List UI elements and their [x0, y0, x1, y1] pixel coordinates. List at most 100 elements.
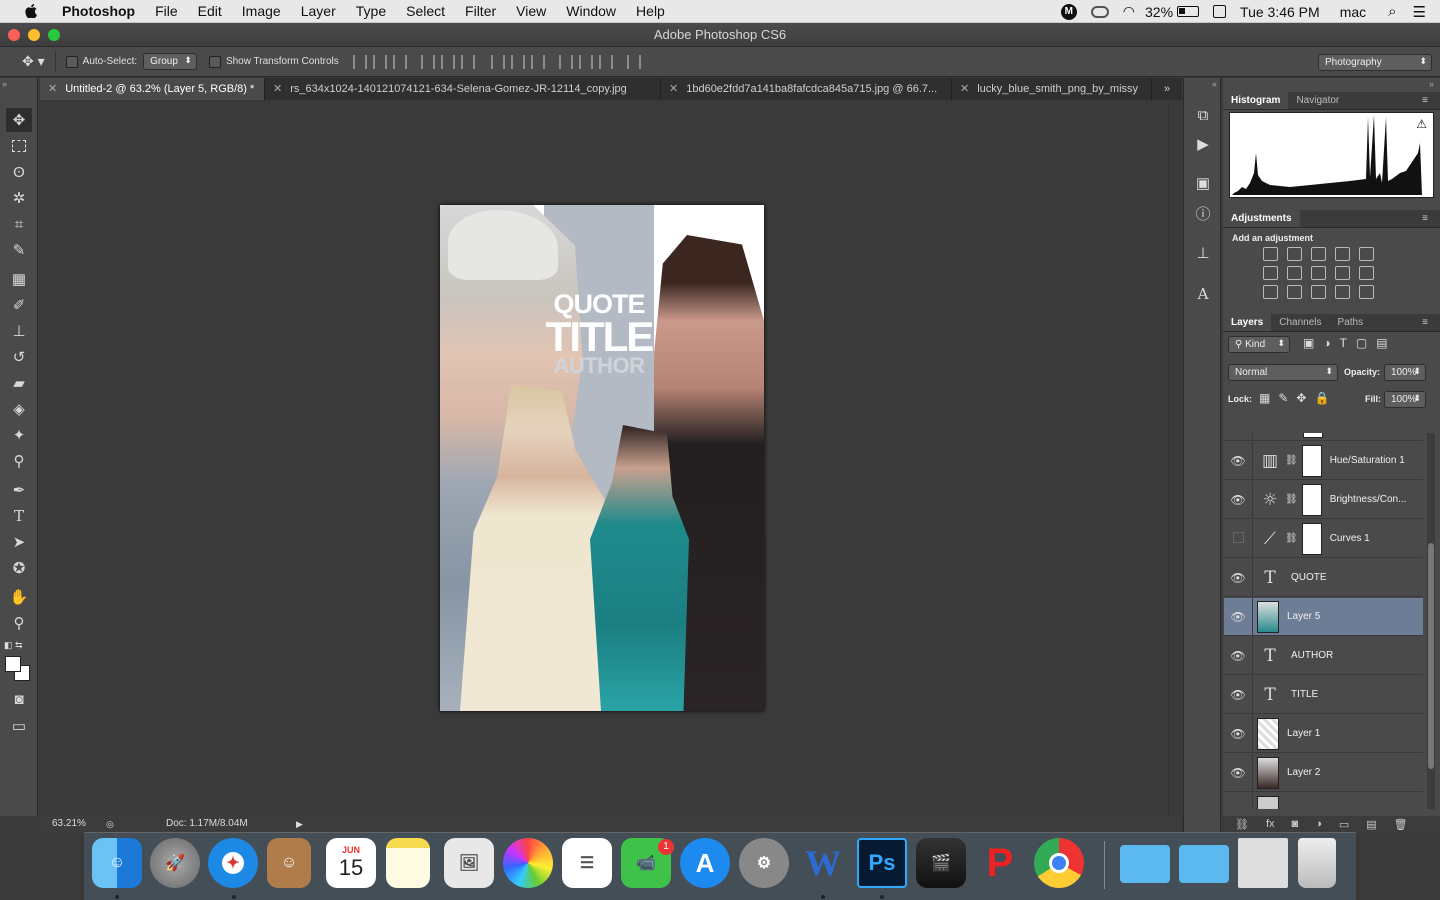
- trash-icon[interactable]: [1298, 838, 1336, 888]
- marquee-tool-icon[interactable]: [6, 134, 32, 158]
- lock-icons[interactable]: ▦✎✥🔒: [1259, 391, 1337, 405]
- app-menu[interactable]: Photoshop: [54, 3, 145, 19]
- menu-help[interactable]: Help: [626, 3, 675, 19]
- downloads-folder-icon[interactable]: [1179, 845, 1229, 883]
- zoom-tool-icon[interactable]: ⚲: [6, 611, 32, 635]
- hand-tool-icon[interactable]: ✋: [6, 585, 32, 609]
- shape-tool-icon[interactable]: ✪: [6, 556, 32, 580]
- default-colors-icon[interactable]: ◧ ⇆: [4, 640, 23, 651]
- filter-icons[interactable]: ▣◑T▢▤: [1303, 336, 1397, 350]
- menu-edit[interactable]: Edit: [188, 3, 232, 19]
- spotlight-icon[interactable]: ⌕: [1388, 3, 1396, 20]
- show-transform-checkbox[interactable]: [208, 55, 221, 68]
- recent-image-icon[interactable]: [1238, 838, 1288, 888]
- tab-histogram[interactable]: Histogram: [1223, 92, 1289, 109]
- launchpad-icon[interactable]: 🚀: [150, 838, 200, 888]
- folder-icon[interactable]: [1120, 845, 1170, 883]
- add-mask-icon[interactable]: ◙: [1292, 818, 1299, 830]
- distribute-bottom-icon[interactable]: [530, 54, 545, 69]
- doc-tab-lucky[interactable]: ✕ lucky_blue_smith_png_by_missy: [952, 78, 1152, 100]
- curves-icon[interactable]: [1311, 247, 1326, 261]
- screen-mode-icon[interactable]: ▭: [6, 714, 32, 738]
- battery-icon[interactable]: [1177, 6, 1200, 17]
- align-right-icon[interactable]: [460, 54, 475, 69]
- minimize-window-button[interactable]: [28, 29, 40, 41]
- link-layers-icon[interactable]: ⛓: [1235, 818, 1249, 831]
- panel-menu-icon[interactable]: ≡: [1414, 314, 1436, 332]
- visibility-eye-icon[interactable]: 👁: [1224, 649, 1252, 663]
- align-top-icon[interactable]: [352, 54, 367, 69]
- wifi-icon[interactable]: ◠: [1123, 3, 1135, 20]
- auto-select-checkbox[interactable]: [65, 55, 78, 68]
- visibility-eye-icon[interactable]: 👁: [1224, 571, 1252, 585]
- close-tab-icon[interactable]: ✕: [273, 83, 282, 95]
- new-layer-icon[interactable]: ▤: [1366, 818, 1376, 831]
- move-tool-icon[interactable]: ✥: [6, 108, 32, 132]
- clone-source-panel-icon[interactable]: ▣: [1192, 172, 1214, 194]
- menu-image[interactable]: Image: [232, 3, 291, 19]
- layer-row-layer1[interactable]: 👁 Layer 1: [1224, 714, 1423, 753]
- history-panel-icon[interactable]: ⧉: [1192, 104, 1214, 126]
- exposure-icon[interactable]: [1335, 247, 1350, 261]
- tab-navigator[interactable]: Navigator: [1288, 92, 1347, 109]
- layer-row-curves[interactable]: ⟋ ⛓ Curves 1: [1224, 519, 1423, 558]
- brightness-contrast-icon[interactable]: [1263, 247, 1278, 261]
- close-window-button[interactable]: [8, 29, 20, 41]
- panel-menu-icon[interactable]: ≡: [1414, 92, 1436, 110]
- collapse-column-icon[interactable]: «: [1212, 79, 1217, 89]
- invert-icon[interactable]: [1263, 285, 1278, 299]
- new-adjustment-icon[interactable]: ◑: [1315, 818, 1322, 830]
- layer-row-author[interactable]: 👁 T AUTHOR: [1224, 636, 1423, 675]
- clone-stamp-tool-icon[interactable]: ⊥: [6, 319, 32, 343]
- distribute-vcenter-icon[interactable]: [510, 54, 525, 69]
- layer-row-hue-saturation[interactable]: 👁 ▥ ⛓ Hue/Saturation 1: [1224, 441, 1423, 480]
- menu-file[interactable]: File: [145, 3, 188, 19]
- path-selection-tool-icon[interactable]: ➤: [6, 530, 32, 554]
- new-group-icon[interactable]: ▭: [1339, 818, 1349, 831]
- healing-brush-tool-icon[interactable]: ▦: [6, 267, 32, 291]
- canvas-area[interactable]: QUOTE TITLE AUTHOR: [40, 101, 1168, 816]
- brush-tool-icon[interactable]: ✐: [6, 293, 32, 317]
- distribute-hcenter-icon[interactable]: [578, 54, 593, 69]
- more-tabs-icon[interactable]: »: [1152, 78, 1182, 100]
- auto-select-dropdown[interactable]: Group: [143, 53, 197, 70]
- app-store-icon[interactable]: A: [680, 838, 730, 888]
- visibility-eye-icon[interactable]: 👁: [1224, 688, 1252, 702]
- visibility-eye-icon[interactable]: 👁: [1224, 766, 1252, 780]
- dodge-tool-icon[interactable]: ⚲: [6, 449, 32, 473]
- layer-row-cutoff[interactable]: [1224, 792, 1423, 809]
- info-panel-icon[interactable]: ⓘ: [1192, 202, 1214, 224]
- doc-tab-1bd60[interactable]: ✕ 1bd60e2fdd7a141ba8fafcdca845a715.jpg @ …: [661, 78, 952, 100]
- delete-layer-icon[interactable]: 🗑: [1394, 818, 1408, 831]
- system-preferences-icon[interactable]: ⚙: [739, 838, 789, 888]
- magic-wand-tool-icon[interactable]: ✲: [6, 186, 32, 210]
- vibrance-icon[interactable]: [1359, 247, 1374, 261]
- warning-icon[interactable]: ⚠: [1416, 117, 1427, 131]
- posterize-icon[interactable]: [1287, 285, 1302, 299]
- toolbox-collapse-icon[interactable]: »: [2, 79, 7, 89]
- align-left-icon[interactable]: [420, 54, 435, 69]
- align-bottom-icon[interactable]: [392, 54, 407, 69]
- layers-scrollbar[interactable]: [1427, 433, 1435, 809]
- creative-cloud-icon[interactable]: [1090, 5, 1109, 18]
- panels-collapse-icon[interactable]: »: [1429, 79, 1434, 89]
- apple-logo-icon[interactable]: [20, 4, 42, 18]
- distribute-right-icon[interactable]: [598, 54, 613, 69]
- menu-filter[interactable]: Filter: [455, 3, 506, 19]
- fill-input[interactable]: 100%: [1384, 391, 1426, 408]
- status-info-icon[interactable]: ◎: [106, 816, 114, 832]
- distribute-left-icon[interactable]: [558, 54, 573, 69]
- menu-type[interactable]: Type: [346, 3, 396, 19]
- workspace-dropdown[interactable]: Photography: [1318, 54, 1432, 71]
- black-white-icon[interactable]: [1311, 266, 1326, 280]
- photo-filter-icon[interactable]: [1335, 266, 1350, 280]
- tab-paths[interactable]: Paths: [1330, 314, 1372, 331]
- status-menu-arrow-icon[interactable]: ▶: [296, 816, 303, 832]
- reminders-icon[interactable]: ☰: [562, 838, 612, 888]
- doc-tab-selena[interactable]: ✕ rs_634x1024-140121074121-634-Selena-Gom…: [265, 78, 661, 100]
- tool-presets-panel-icon[interactable]: ⊥: [1192, 242, 1214, 264]
- opacity-input[interactable]: 100%: [1384, 364, 1426, 381]
- close-tab-icon[interactable]: ✕: [669, 83, 678, 95]
- actions-panel-icon[interactable]: ▶: [1192, 133, 1214, 155]
- preview-icon[interactable]: 🖼: [444, 838, 494, 888]
